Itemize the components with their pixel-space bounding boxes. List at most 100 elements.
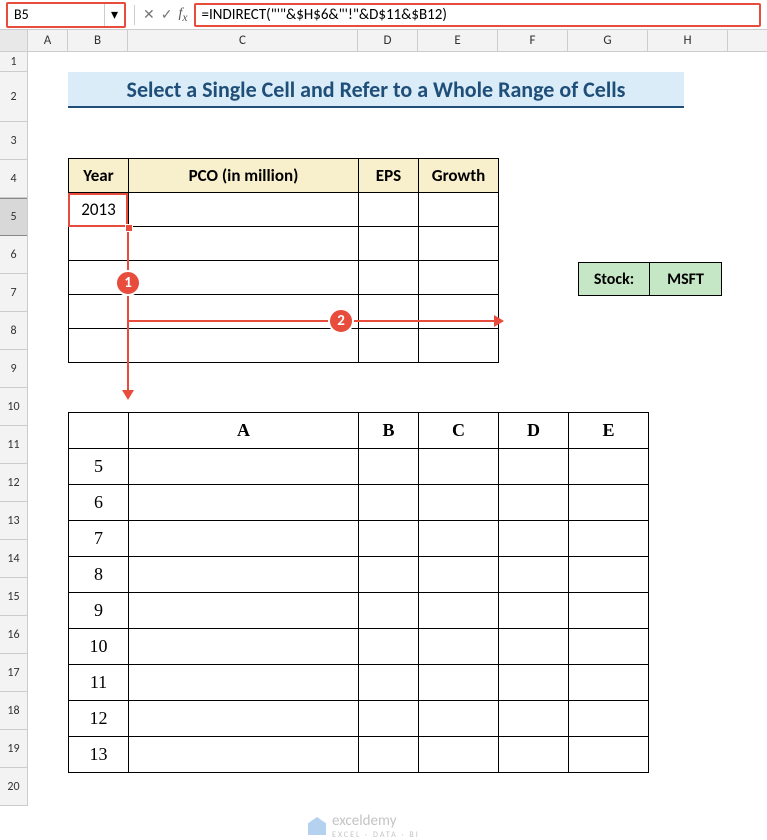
cell[interactable] <box>569 449 649 485</box>
cell[interactable]: 10 <box>69 629 129 665</box>
cell[interactable] <box>499 557 569 593</box>
cell[interactable] <box>419 629 499 665</box>
cell[interactable]: 11 <box>69 665 129 701</box>
cell[interactable] <box>499 665 569 701</box>
cell[interactable] <box>569 485 649 521</box>
col-header-c[interactable]: C <box>128 30 358 51</box>
cell[interactable] <box>129 701 359 737</box>
fill-handle[interactable] <box>125 224 133 232</box>
cell[interactable] <box>359 295 419 329</box>
cell[interactable] <box>499 485 569 521</box>
row-header-19[interactable]: 19 <box>0 730 27 768</box>
cell[interactable]: 2013 <box>69 193 129 227</box>
cancel-icon[interactable]: ✕ <box>143 6 155 23</box>
cell[interactable] <box>419 521 499 557</box>
cell[interactable] <box>69 227 129 261</box>
cell[interactable] <box>359 227 419 261</box>
cell[interactable] <box>419 295 499 329</box>
cell[interactable] <box>129 295 359 329</box>
row-header-1[interactable]: 1 <box>0 52 27 72</box>
select-all-corner[interactable] <box>0 30 28 51</box>
cell[interactable] <box>359 261 419 295</box>
cell[interactable]: 6 <box>69 485 129 521</box>
cell[interactable] <box>569 629 649 665</box>
cell[interactable] <box>569 593 649 629</box>
col-header-e[interactable]: E <box>418 30 498 51</box>
cell[interactable] <box>419 737 499 773</box>
cell[interactable] <box>499 629 569 665</box>
cell[interactable] <box>129 329 359 363</box>
cell[interactable] <box>359 701 419 737</box>
cell[interactable] <box>129 557 359 593</box>
cell[interactable] <box>129 193 359 227</box>
row-header-13[interactable]: 13 <box>0 502 27 540</box>
cell[interactable] <box>69 329 129 363</box>
cell[interactable] <box>129 665 359 701</box>
cell[interactable] <box>419 193 499 227</box>
row-header-3[interactable]: 3 <box>0 122 27 160</box>
row-header-7[interactable]: 7 <box>0 274 27 312</box>
cell[interactable] <box>129 261 359 295</box>
cell[interactable] <box>359 521 419 557</box>
row-header-14[interactable]: 14 <box>0 540 27 578</box>
cell[interactable] <box>419 701 499 737</box>
cell[interactable] <box>359 449 419 485</box>
cell[interactable] <box>419 227 499 261</box>
cell[interactable] <box>419 593 499 629</box>
row-header-6[interactable]: 6 <box>0 236 27 274</box>
cell[interactable] <box>569 521 649 557</box>
cells-area[interactable]: Select a Single Cell and Refer to a Whol… <box>28 52 767 806</box>
cell[interactable] <box>359 593 419 629</box>
row-header-9[interactable]: 9 <box>0 350 27 388</box>
cell[interactable]: 13 <box>69 737 129 773</box>
row-header-8[interactable]: 8 <box>0 312 27 350</box>
col-header-g[interactable]: G <box>568 30 648 51</box>
cell[interactable] <box>129 629 359 665</box>
fx-icon[interactable]: fx <box>178 6 187 24</box>
cell[interactable] <box>419 449 499 485</box>
cell[interactable] <box>129 449 359 485</box>
cell[interactable] <box>499 701 569 737</box>
row-header-4[interactable]: 4 <box>0 160 27 198</box>
row-header-17[interactable]: 17 <box>0 654 27 692</box>
col-header-d[interactable]: D <box>358 30 418 51</box>
cell[interactable] <box>359 485 419 521</box>
cell[interactable]: 7 <box>69 521 129 557</box>
cell[interactable] <box>359 737 419 773</box>
col-header-a[interactable]: A <box>28 30 68 51</box>
cell[interactable] <box>129 737 359 773</box>
cell[interactable] <box>499 521 569 557</box>
cell[interactable]: 5 <box>69 449 129 485</box>
cell[interactable] <box>359 665 419 701</box>
cell[interactable]: 8 <box>69 557 129 593</box>
col-header-f[interactable]: F <box>498 30 568 51</box>
cell[interactable] <box>569 665 649 701</box>
row-header-11[interactable]: 11 <box>0 426 27 464</box>
cell[interactable] <box>499 593 569 629</box>
cell[interactable] <box>129 485 359 521</box>
cell[interactable]: 9 <box>69 593 129 629</box>
col-header-b[interactable]: B <box>68 30 128 51</box>
cell[interactable] <box>359 629 419 665</box>
cell[interactable] <box>419 261 499 295</box>
cell[interactable] <box>419 557 499 593</box>
row-header-10[interactable]: 10 <box>0 388 27 426</box>
cell[interactable] <box>129 593 359 629</box>
cell[interactable]: 12 <box>69 701 129 737</box>
name-box[interactable] <box>8 4 104 26</box>
cell[interactable] <box>359 557 419 593</box>
col-header-h[interactable]: H <box>648 30 728 51</box>
cell[interactable] <box>69 295 129 329</box>
stock-value[interactable]: MSFT <box>650 262 722 296</box>
formula-bar[interactable] <box>202 6 753 24</box>
row-header-2[interactable]: 2 <box>0 72 27 122</box>
cell[interactable] <box>129 521 359 557</box>
row-header-18[interactable]: 18 <box>0 692 27 730</box>
confirm-icon[interactable]: ✓ <box>161 6 173 23</box>
name-box-dropdown-button[interactable]: ▾ <box>104 4 124 26</box>
cell[interactable] <box>129 227 359 261</box>
cell[interactable] <box>359 193 419 227</box>
cell[interactable] <box>569 701 649 737</box>
cell[interactable] <box>499 449 569 485</box>
cell[interactable] <box>419 665 499 701</box>
